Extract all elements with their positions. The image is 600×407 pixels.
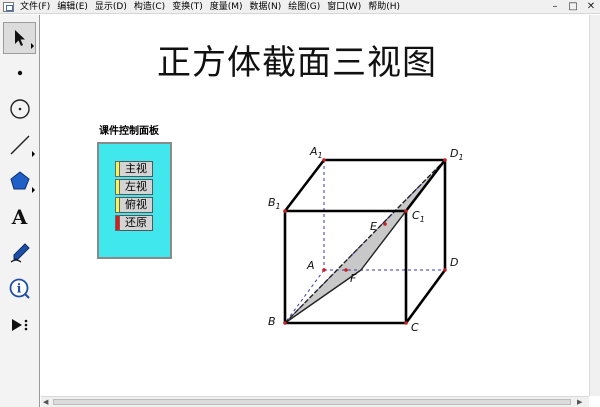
horizontal-scrollbar[interactable]: ◀ ▶ — [41, 396, 589, 407]
arrow-select-tool[interactable] — [3, 22, 36, 54]
point-icon — [17, 70, 22, 76]
point-e[interactable] — [383, 222, 387, 226]
label-b: B — [268, 315, 276, 328]
information-icon: i — [9, 278, 30, 299]
text-tool-icon: A — [11, 205, 28, 229]
vertex-c1[interactable] — [404, 209, 408, 213]
menu-transform[interactable]: 变换(T) — [172, 0, 203, 14]
polygon-icon — [9, 171, 30, 190]
app-icon — [3, 2, 14, 12]
label-d: D — [450, 256, 458, 269]
window-controls: – □ ✕ — [548, 0, 598, 13]
submenu-arrow-icon — [32, 187, 35, 193]
vertex-a[interactable] — [322, 268, 326, 272]
scroll-right-icon[interactable]: ▶ — [577, 397, 582, 407]
submenu-arrow-icon — [32, 151, 35, 157]
menu-help[interactable]: 帮助(H) — [368, 0, 400, 14]
label-c: C — [411, 321, 419, 334]
horizontal-scroll-thumb[interactable] — [53, 399, 571, 405]
information-glyph: i — [16, 282, 21, 296]
submenu-arrow-icon — [31, 43, 34, 49]
vertex-b1[interactable] — [283, 209, 287, 213]
point-f[interactable] — [344, 268, 348, 272]
label-f: F — [350, 272, 357, 285]
marker-tool[interactable] — [3, 237, 36, 269]
label-d1: D1 — [450, 147, 464, 162]
menu-data[interactable]: 数据(N) — [250, 0, 282, 14]
restore-button[interactable]: □ — [566, 0, 580, 13]
point-tool[interactable] — [3, 57, 36, 89]
menu-bar: 文件(F) 编辑(E) 显示(D) 构造(C) 变换(T) 度量(M) 数据(N… — [0, 0, 600, 14]
edge-d1-c1 — [404, 159, 447, 212]
label-a: A — [306, 259, 315, 272]
vertex-b[interactable] — [283, 321, 287, 325]
edge-d-c — [404, 269, 447, 324]
custom-tool-icon — [11, 319, 27, 331]
arrow-select-icon — [14, 30, 25, 46]
straightedge-tool[interactable] — [3, 129, 36, 161]
straightedge-icon — [10, 135, 29, 155]
label-e: E — [370, 220, 377, 233]
polygon-tool[interactable] — [3, 165, 36, 197]
menu-file[interactable]: 文件(F) — [20, 0, 50, 14]
cube-diagram: A1 D1 B1 C1 A D B C E F — [268, 145, 464, 334]
label-c1: C1 — [412, 209, 425, 224]
marker-icon — [10, 243, 30, 263]
information-tool[interactable]: i — [3, 273, 36, 305]
menu-construct[interactable]: 构造(C) — [134, 0, 165, 14]
edge-b1-a1 — [283, 159, 326, 212]
vertex-c[interactable] — [404, 321, 408, 325]
menu-window[interactable]: 窗口(W) — [327, 0, 361, 14]
compass-icon — [9, 99, 30, 119]
vertex-a1[interactable] — [322, 158, 326, 162]
menu-display[interactable]: 显示(D) — [95, 0, 127, 14]
scroll-left-icon[interactable]: ◀ — [43, 397, 48, 407]
custom-tool[interactable] — [3, 309, 36, 341]
label-b1: B1 — [268, 196, 281, 211]
menu-items: 文件(F) 编辑(E) 显示(D) 构造(C) 变换(T) 度量(M) 数据(N… — [20, 0, 400, 14]
menu-measure[interactable]: 度量(M) — [210, 0, 243, 14]
vertical-scrollbar[interactable] — [589, 15, 600, 396]
menu-edit[interactable]: 编辑(E) — [57, 0, 88, 14]
compass-tool[interactable] — [3, 93, 36, 125]
text-tool[interactable]: A — [3, 201, 36, 233]
close-button[interactable]: ✕ — [584, 0, 598, 13]
vertex-d1[interactable] — [443, 158, 447, 162]
menu-graph[interactable]: 绘图(G) — [288, 0, 320, 14]
toolbox: A i — [0, 15, 40, 407]
minimize-button[interactable]: – — [548, 0, 562, 13]
label-a1: A1 — [309, 145, 323, 160]
vertex-d[interactable] — [443, 268, 447, 272]
sketch-canvas[interactable]: 正方体截面三视图 课件控制面板 主视 左视 俯视 还原 A1 D1 B1 C1 … — [41, 15, 589, 396]
